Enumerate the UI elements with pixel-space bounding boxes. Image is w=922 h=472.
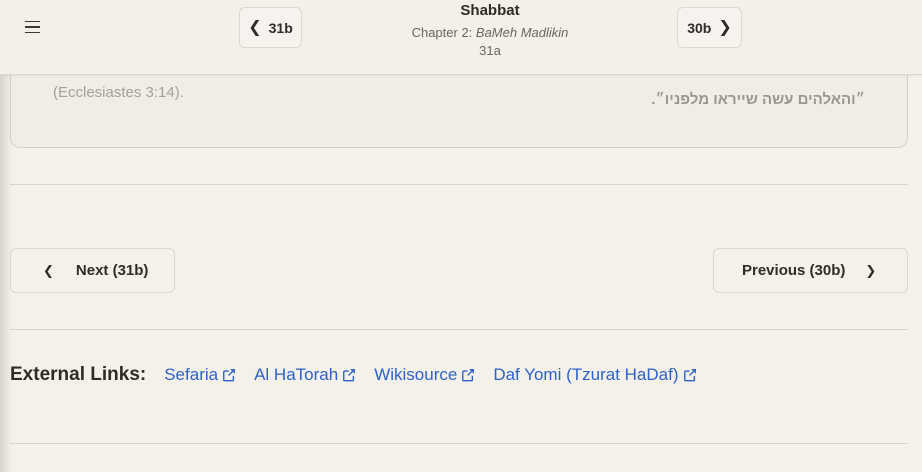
next-page-button[interactable]: ❮ Next (31b) (10, 248, 175, 293)
external-link-icon (343, 369, 356, 382)
external-link-icon (223, 369, 236, 382)
chapter-name: BaMeh Madlikin (475, 25, 569, 40)
quote-english-ref: (Ecclesiastes 3:14). (53, 84, 184, 101)
chevron-left-icon: ❮ (248, 18, 262, 36)
divider (10, 443, 908, 444)
book-title: Shabbat (460, 2, 520, 19)
title-block: Shabbat Chapter 2: BaMeh Madlikin 31a (350, 0, 630, 59)
al-hatorah-link[interactable]: Al HaTorah (254, 365, 356, 385)
current-daf: 31a (479, 43, 501, 58)
link-text: Al HaTorah (254, 365, 339, 384)
hamburger-menu-icon[interactable] (22, 17, 44, 37)
external-link-icon (462, 369, 475, 382)
prev-daf-label: 31b (268, 19, 293, 36)
next-daf-button[interactable]: 30b ❯ (677, 7, 742, 48)
quote-hebrew: ״והאלהים עשה שייראו מלפניו״. (651, 91, 865, 108)
previous-page-button[interactable]: Previous (30b) ❯ (713, 248, 908, 293)
next-daf-label: 30b (687, 19, 712, 36)
chevron-right-icon: ❯ (718, 18, 732, 36)
link-text: Sefaria (164, 365, 219, 384)
external-link-icon (683, 369, 696, 382)
sefaria-link[interactable]: Sefaria (164, 365, 236, 385)
external-links-label: External Links: (10, 364, 147, 385)
divider (10, 184, 908, 185)
external-links-row: External Links: Sefaria Al HaTorah Wikis… (10, 362, 715, 388)
chevron-right-icon: ❯ (865, 263, 877, 278)
link-text: Wikisource (374, 365, 458, 384)
link-text: Daf Yomi (Tzurat HaDaf) (493, 365, 679, 384)
chapter-title: Chapter 2: BaMeh Madlikin (350, 23, 630, 42)
daf-yomi-link[interactable]: Daf Yomi (Tzurat HaDaf) (493, 365, 696, 385)
chevron-left-icon: ❮ (43, 263, 54, 278)
divider (10, 329, 908, 330)
chapter-prefix: Chapter 2: (411, 25, 476, 40)
previous-page-label: Previous (30b) (742, 262, 846, 279)
top-header: ❮ 31b Shabbat Chapter 2: BaMeh Madlikin … (0, 0, 922, 75)
prev-daf-button[interactable]: ❮ 31b (239, 7, 302, 48)
next-page-label: Next (31b) (75, 262, 149, 279)
wikisource-link[interactable]: Wikisource (374, 365, 475, 385)
